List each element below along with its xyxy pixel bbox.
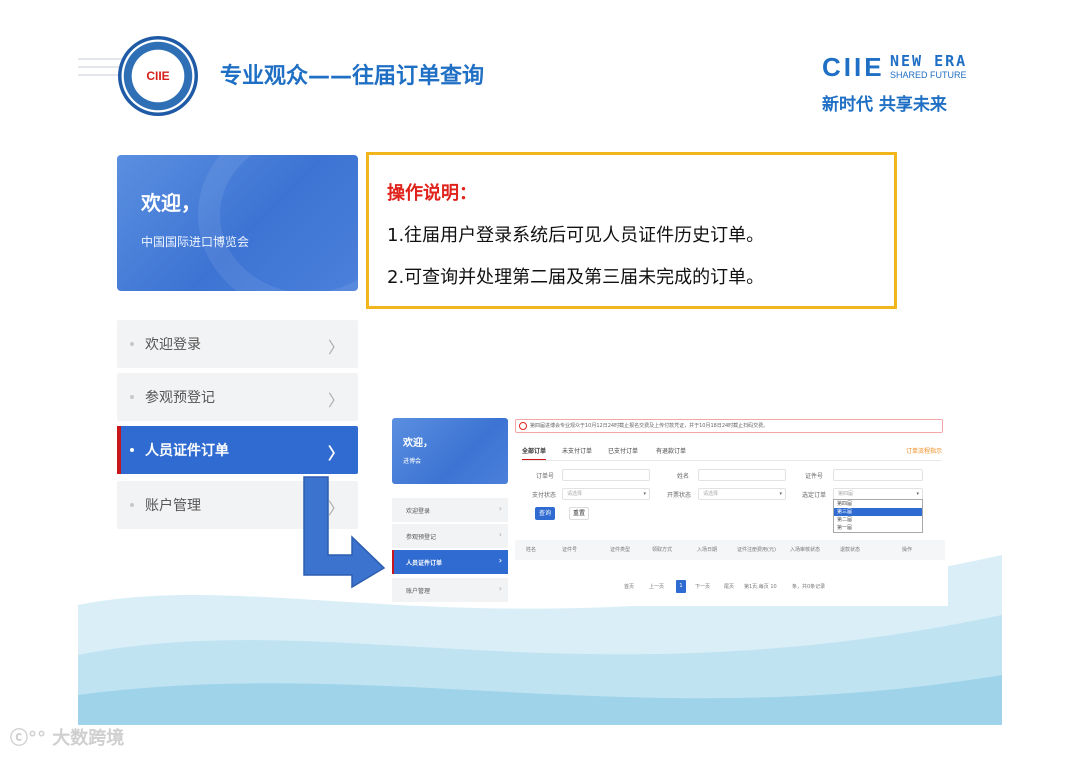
brand-shared-future: SHARED FUTURE — [890, 70, 967, 80]
instruction-line-2: 2.可查询并处理第二届及第三届未完成的订单。 — [387, 267, 765, 288]
mini-th-fee: 证件注册费用(元) — [737, 547, 776, 553]
mini-pager-next[interactable]: 下一页 — [695, 583, 710, 590]
sidebar-item-label: 参观预登记 — [145, 390, 215, 406]
sidebar-item-label: 账户管理 — [145, 498, 201, 514]
mini-pager-total: 条，共0条记录 — [792, 584, 826, 590]
mini-sidebar-label: 人员证件订单 — [406, 559, 443, 567]
page-title: 专业观众——往届订单查询 — [220, 64, 485, 89]
chevron-right-icon: 〉 — [327, 338, 344, 357]
mini-notice-text: 第四届进博会专业观众于10月12日24时截止报名交费及上传付款凭证，并于10月1… — [530, 423, 769, 429]
sidebar-item-personnel-orders[interactable]: 人员证件订单 〉 — [117, 426, 358, 474]
mini-th-date: 入场日期 — [697, 547, 718, 553]
bullet-icon — [130, 448, 134, 452]
bullet-icon — [130, 342, 134, 346]
welcome-card: 欢迎， 中国国际进口博览会 — [117, 155, 358, 291]
mini-th-pickup: 领取方式 — [652, 547, 673, 553]
mini-sidebar-label: 欢迎登录 — [406, 507, 431, 515]
mini-pay-status-select[interactable]: 请选择 ▾ — [562, 488, 650, 500]
mini-tab-unpaid[interactable]: 未支付订单 — [562, 446, 592, 455]
mini-pager-prev[interactable]: 上一页 — [649, 583, 664, 590]
mini-order-panel: 第四届进博会专业观众于10月12日24时截止报名交费及上传付款凭证，并于10月1… — [512, 416, 948, 606]
mini-notice-bar: 第四届进博会专业观众于10月12日24时截止报名交费及上传付款凭证，并于10月1… — [515, 419, 943, 433]
mini-label-name: 姓名 — [677, 473, 690, 480]
dropdown-caret-icon: ▾ — [916, 491, 919, 497]
mini-search-button[interactable]: 查询 — [535, 507, 555, 520]
watermark-logo-icon: ⓒ°° — [10, 728, 53, 749]
welcome-title: 欢迎， — [141, 191, 201, 215]
mini-dropdown-option[interactable]: 第一届 — [834, 524, 922, 532]
instructions-box: 操作说明： 1.往届用户登录系统后可见人员证件历史订单。 2.可查询并处理第二届… — [366, 152, 897, 309]
mini-pager-current[interactable]: 1 — [676, 580, 686, 593]
mini-welcome-card: 欢迎， 进博会 — [392, 418, 508, 484]
mini-dropdown-option-selected[interactable]: 第三届 — [834, 508, 922, 516]
mini-tab-paid[interactable]: 已支付订单 — [608, 446, 638, 455]
mini-order-flow-link[interactable]: 订单流程指示 — [906, 446, 942, 455]
brand-new-era: NEW ERA — [890, 52, 968, 70]
mini-th-refund: 退款状态 — [840, 547, 861, 553]
mini-tab-all-orders[interactable]: 全部订单 — [522, 446, 547, 460]
chevron-right-icon: › — [498, 504, 502, 513]
pointer-arrow — [303, 476, 386, 589]
mini-session-dropdown: 第四届 第三届 第二届 第一届 — [833, 499, 923, 533]
mini-th-name: 姓名 — [526, 547, 537, 553]
mini-th-cert-type: 证件类型 — [610, 547, 631, 553]
mini-th-audit: 入场审核状态 — [790, 547, 821, 553]
watermark: ⓒ°° 大数跨境 — [10, 724, 124, 750]
brand-ciie: CIIE — [822, 52, 885, 82]
mini-label-open-status: 开票状态 — [667, 492, 692, 499]
mini-table-header: 姓名 证件号 证件类型 领取方式 入场日期 证件注册费用(元) 入场审核状态 退… — [515, 540, 945, 560]
welcome-subtitle: 中国国际进口博览会 — [141, 235, 250, 249]
mini-label-pay-status: 支付状态 — [532, 492, 557, 499]
mini-label-session: 选定订单 — [802, 492, 827, 499]
mini-cert-no-input[interactable] — [833, 469, 923, 481]
brand-slogan: 新时代 共享未来 — [822, 95, 947, 115]
bullet-icon — [130, 395, 134, 399]
ciie-logo: CIIE — [118, 36, 198, 116]
mini-tabs: 全部订单 未支付订单 已支付订单 有退款订单 订单流程指示 — [522, 443, 942, 461]
mini-dropdown-option[interactable]: 第二届 — [834, 516, 922, 524]
mini-reset-button[interactable]: 重置 — [569, 507, 589, 520]
mini-name-input[interactable] — [698, 469, 786, 481]
mini-sidebar-item-account[interactable]: 账户管理 › — [392, 578, 508, 602]
mini-order-no-input[interactable] — [562, 469, 650, 481]
mini-dropdown-option[interactable]: 第四届 — [834, 500, 922, 508]
chevron-right-icon: › — [498, 584, 502, 593]
mini-pager-last[interactable]: 尾页 — [724, 583, 734, 590]
instructions-heading: 操作说明： — [387, 183, 477, 204]
mini-tab-refund[interactable]: 有退款订单 — [656, 446, 686, 455]
sidebar-item-label: 欢迎登录 — [145, 337, 201, 353]
mini-pager-first[interactable]: 首页 — [624, 583, 634, 590]
mini-select-placeholder: 请选择 — [567, 491, 583, 497]
mini-sidebar-label: 账户管理 — [406, 587, 431, 595]
sidebar-item-welcome-login[interactable]: 欢迎登录 〉 — [117, 320, 358, 368]
mini-open-status-select[interactable]: 请选择 ▾ — [698, 488, 786, 500]
mini-welcome-title: 欢迎， — [403, 438, 433, 449]
mini-label-cert-no: 证件号 — [805, 473, 824, 480]
warning-icon — [519, 422, 527, 430]
mini-sidebar-item-pre-registration[interactable]: 参观预登记 › — [392, 524, 508, 548]
chevron-right-icon: 〉 — [327, 391, 344, 410]
chevron-right-icon: › — [498, 556, 502, 565]
sidebar-item-label: 人员证件订单 — [145, 443, 229, 459]
bullet-icon — [130, 503, 134, 507]
dropdown-caret-icon: ▾ — [779, 491, 782, 497]
mini-welcome-subtitle: 进博会 — [403, 458, 422, 465]
chevron-right-icon: 〉 — [327, 444, 344, 463]
mini-sidebar-item-personnel-orders[interactable]: 人员证件订单 › — [392, 550, 508, 574]
mini-th-action: 操作 — [902, 547, 913, 553]
mini-sidebar-label: 参观预登记 — [406, 533, 437, 541]
chevron-right-icon: › — [498, 530, 502, 539]
mini-session-value: 第四届 — [838, 491, 854, 497]
mini-pager-info: 第1页,每页 10 — [744, 584, 777, 590]
sidebar-item-pre-registration[interactable]: 参观预登记 〉 — [117, 373, 358, 421]
mini-label-order-no: 订单号 — [536, 473, 555, 480]
mini-th-cert-no: 证件号 — [562, 547, 578, 553]
instruction-line-1: 1.往届用户登录系统后可见人员证件历史订单。 — [387, 225, 765, 246]
mini-sidebar-item-welcome-login[interactable]: 欢迎登录 › — [392, 498, 508, 522]
logo-text: CIIE — [146, 69, 170, 83]
mini-select-placeholder: 请选择 — [703, 491, 719, 497]
dropdown-caret-icon: ▾ — [643, 491, 646, 497]
watermark-text: 大数跨境 — [52, 728, 125, 749]
